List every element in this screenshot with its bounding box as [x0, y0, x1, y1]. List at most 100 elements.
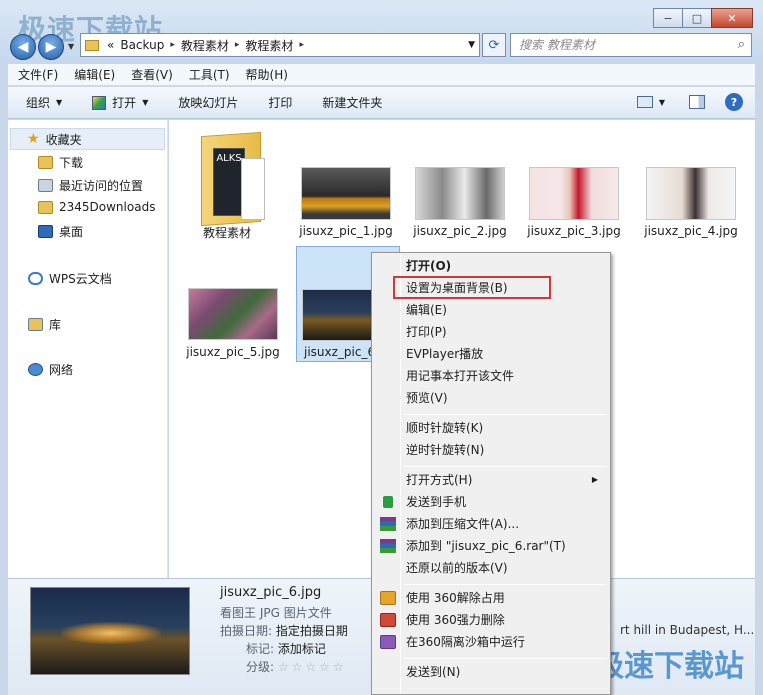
menu-separator	[404, 414, 606, 415]
search-placeholder: 搜索 教程素材	[519, 38, 595, 52]
chevron-down-icon[interactable]: ▼	[468, 40, 475, 50]
sidebar-item-desktop[interactable]: 桌面	[38, 223, 83, 240]
menu-item-label: 在360隔离沙箱中运行	[406, 635, 525, 649]
close-button[interactable]: ✕	[711, 8, 753, 28]
sidebar-item-label: 最近访问的位置	[59, 179, 144, 193]
downloads-folder-icon	[38, 156, 53, 169]
menu-tools[interactable]: 工具(T)	[189, 66, 230, 83]
file-name: jisuxz_pic_2.jpg	[413, 224, 507, 238]
menu-help[interactable]: 帮助(H)	[246, 66, 288, 83]
file-name: jisuxz_pic_4.jpg	[644, 224, 738, 238]
view-options-icon[interactable]	[636, 96, 653, 108]
menu-item-label: 添加到压缩文件(A)...	[406, 517, 520, 531]
menu-item-open[interactable]: 打开(O)	[374, 255, 608, 277]
print-button[interactable]: 打印	[268, 94, 292, 111]
preview-pane-icon[interactable]	[689, 95, 705, 109]
slideshow-button[interactable]: 放映幻灯片	[178, 94, 238, 111]
open-button[interactable]: 打开 ▼	[92, 94, 148, 111]
menu-item-send-to-phone[interactable]: 发送到手机	[374, 491, 608, 513]
phone-send-icon	[383, 496, 393, 508]
maximize-button[interactable]: □	[682, 8, 712, 28]
organize-button[interactable]: 组织 ▼	[26, 94, 62, 111]
menu-item-360-force-delete[interactable]: 使用 360强力删除	[374, 609, 608, 631]
menu-item-add-to-archive[interactable]: 添加到压缩文件(A)...	[374, 513, 608, 535]
watermark-logo: 极速下载站	[594, 649, 744, 684]
highlight-annotation	[393, 276, 551, 299]
rating-stars-icon[interactable]: ☆☆☆☆☆	[278, 660, 347, 674]
details-rating-row: 分级: ☆☆☆☆☆	[246, 658, 347, 675]
details-date-value[interactable]: 指定拍摄日期	[276, 624, 348, 638]
menu-view[interactable]: 查看(V)	[131, 66, 173, 83]
menu-file[interactable]: 文件(F)	[18, 66, 58, 83]
menu-item-evplayer[interactable]: EVPlayer播放	[374, 343, 608, 365]
menu-item-open-notepad[interactable]: 用记事本打开该文件	[374, 365, 608, 387]
caret-down-icon: ▼	[142, 98, 149, 107]
sidebar-item-label: 下载	[59, 156, 84, 170]
caret-down-icon[interactable]: ▼	[659, 98, 665, 107]
winrar-icon	[380, 517, 396, 531]
menu-item-label: 使用 360解除占用	[406, 591, 505, 605]
menu-item-rotate-counterclockwise[interactable]: 逆时针旋转(N)	[374, 439, 608, 461]
menu-item-360-sandbox[interactable]: 在360隔离沙箱中运行	[374, 631, 608, 653]
unlock-360-icon	[380, 591, 396, 605]
sidebar-item-network[interactable]: 网络	[28, 361, 73, 378]
folder-cover-text: ALKS	[216, 153, 242, 164]
menu-item-label: 打开方式(H)	[406, 473, 473, 487]
file-tile-pic4[interactable]: jisuxz_pic_4.jpg	[638, 120, 744, 244]
file-name: 教程素材	[202, 226, 251, 240]
breadcrumb-backup[interactable]: Backup	[120, 38, 164, 52]
details-tags-value[interactable]: 添加标记	[278, 642, 326, 656]
star-icon: ★	[27, 131, 40, 147]
thumbnail-image	[301, 167, 391, 220]
refresh-button[interactable]: ⟳	[482, 33, 506, 57]
menu-item-send-to[interactable]: 发送到(N)	[374, 661, 608, 683]
chevron-right-icon[interactable]: ▸	[299, 40, 304, 50]
caret-down-icon: ▼	[56, 98, 63, 107]
file-tile-pic3[interactable]: jisuxz_pic_3.jpg	[524, 120, 624, 244]
menu-item-print[interactable]: 打印(P)	[374, 321, 608, 343]
force-delete-icon	[380, 613, 396, 627]
folder-icon: ALKS	[201, 128, 267, 227]
menu-item-rotate-clockwise[interactable]: 顺时针旋转(K)	[374, 417, 608, 439]
help-icon[interactable]: ?	[725, 93, 743, 111]
history-dropdown-icon[interactable]: ▼	[68, 42, 74, 51]
menu-separator	[404, 584, 606, 585]
search-icon[interactable]: ⌕	[738, 34, 745, 56]
sidebar-item-wps[interactable]: WPS云文档	[28, 270, 112, 287]
menu-item-edit[interactable]: 编辑(E)	[374, 299, 608, 321]
menu-item-360-unlock[interactable]: 使用 360解除占用	[374, 587, 608, 609]
breadcrumb-tutorial-2[interactable]: 教程素材	[245, 37, 293, 54]
minimize-button[interactable]: −	[653, 8, 683, 28]
menu-item-preview[interactable]: 预览(V)	[374, 387, 608, 409]
search-input[interactable]: 搜索 教程素材 ⌕	[510, 33, 752, 57]
sidebar-item-library[interactable]: 库	[28, 316, 61, 333]
forward-button[interactable]: ▶	[38, 34, 64, 60]
file-tile-pic2[interactable]: jisuxz_pic_2.jpg	[410, 120, 510, 244]
back-arrow-icon: ◀	[17, 39, 29, 55]
file-name: jisuxz_pic_5.jpg	[186, 345, 280, 359]
sandbox-icon	[380, 635, 396, 649]
sidebar-item-downloads[interactable]: 下载	[38, 154, 83, 171]
back-button[interactable]: ◀	[10, 34, 36, 60]
new-folder-button[interactable]: 新建文件夹	[322, 94, 382, 111]
menu-edit[interactable]: 编辑(E)	[74, 66, 115, 83]
breadcrumb-overflow[interactable]: «	[107, 38, 114, 52]
cloud-icon	[28, 272, 43, 285]
file-tile-pic5[interactable]: jisuxz_pic_5.jpg	[183, 246, 283, 362]
sidebar-item-2345downloads[interactable]: 2345Downloads	[38, 200, 155, 214]
file-tile-folder[interactable]: ALKS 教程素材	[177, 120, 277, 244]
chevron-right-icon[interactable]: ▸	[235, 40, 240, 50]
chevron-right-icon[interactable]: ▸	[170, 40, 175, 50]
sidebar-item-label: 收藏夹	[45, 132, 82, 147]
file-tile-pic1[interactable]: jisuxz_pic_1.jpg	[296, 120, 396, 244]
menu-separator	[404, 658, 606, 659]
menu-item-restore-previous[interactable]: 还原以前的版本(V)	[374, 557, 608, 579]
menu-item-open-with[interactable]: 打开方式(H) ▶	[374, 469, 608, 491]
menu-bar: 文件(F) 编辑(E) 查看(V) 工具(T) 帮助(H)	[8, 64, 755, 86]
breadcrumb-tutorial-1[interactable]: 教程素材	[181, 37, 229, 54]
address-bar[interactable]: « Backup ▸ 教程素材 ▸ 教程素材 ▸ ▼	[80, 33, 480, 57]
sidebar-item-favorites[interactable]: ★ 收藏夹	[10, 128, 165, 150]
details-filetype: 看图王 JPG 图片文件	[220, 606, 332, 620]
menu-item-add-to-rar[interactable]: 添加到 "jisuxz_pic_6.rar"(T)	[374, 535, 608, 557]
sidebar-item-recent[interactable]: 最近访问的位置	[38, 177, 143, 194]
